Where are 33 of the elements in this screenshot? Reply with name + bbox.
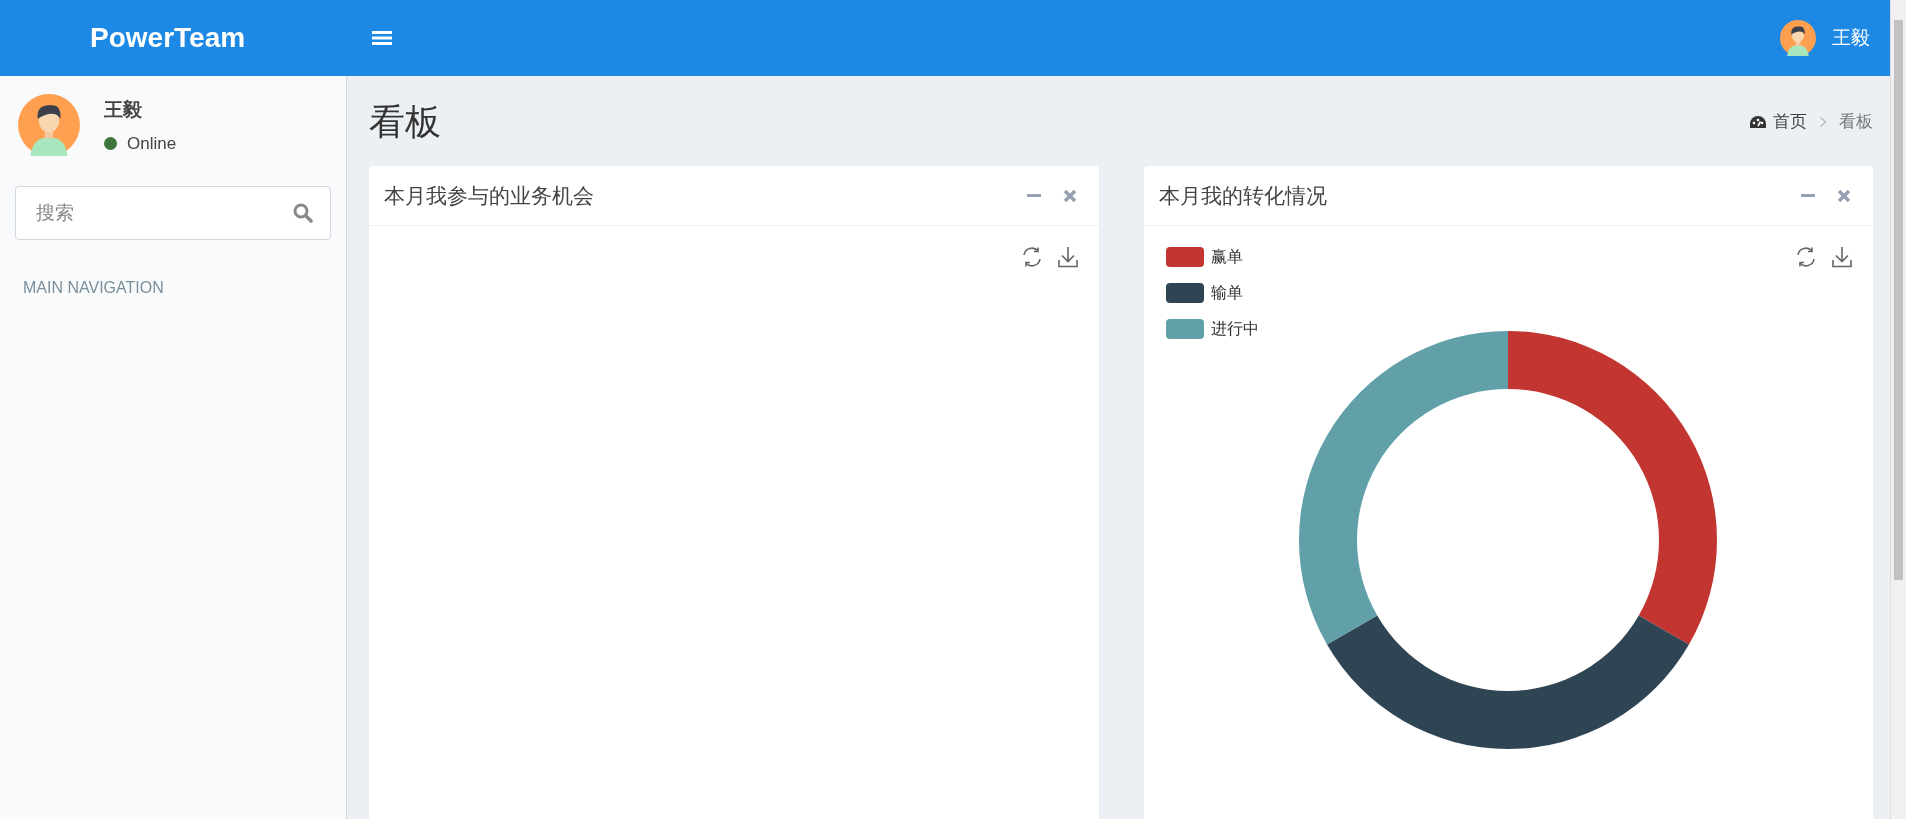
refresh-icon[interactable] (1020, 246, 1043, 268)
section-header: MAIN NAVIGATION (22, 278, 165, 298)
close-icon (1061, 187, 1078, 204)
dashboard-icon (1749, 114, 1767, 130)
panel-title: 本月我参与的业务机会 (384, 182, 594, 209)
user-name[interactable]: 王毅 (1832, 23, 1870, 53)
scrollbar[interactable] (1890, 0, 1906, 819)
legend-label[interactable]: 输单 (1210, 281, 1243, 305)
page-title: 看板 (369, 100, 441, 144)
avatar (18, 94, 80, 156)
legend-swatch[interactable] (1165, 247, 1204, 267)
panel-title: 本月我的转化情况 (1158, 182, 1327, 209)
separator-icon (1819, 116, 1827, 128)
legend-swatch[interactable] (1165, 283, 1204, 303)
menu-icon (372, 30, 392, 46)
user-name: 王毅 (104, 98, 143, 122)
download-icon[interactable] (1056, 246, 1079, 268)
avatar (1780, 20, 1816, 56)
search-field[interactable]: 搜索 (15, 186, 331, 240)
legend-label[interactable]: 赢单 (1210, 245, 1243, 269)
refresh-icon[interactable] (1795, 246, 1817, 268)
search-icon[interactable] (293, 203, 313, 223)
close-icon (1836, 187, 1852, 204)
breadcrumb-link[interactable]: 首页 (1749, 109, 1807, 135)
breadcrumb-current: 看板 (1839, 111, 1873, 134)
status-dot (104, 136, 117, 150)
minus-icon (1801, 193, 1815, 197)
minus-icon (1026, 193, 1041, 197)
legend-swatch[interactable] (1165, 319, 1204, 339)
download-icon[interactable] (1831, 246, 1853, 268)
status-text: Online (127, 132, 177, 155)
brand-logo[interactable]: PowerTeam (0, 17, 346, 59)
legend-label[interactable]: 进行中 (1210, 317, 1259, 341)
